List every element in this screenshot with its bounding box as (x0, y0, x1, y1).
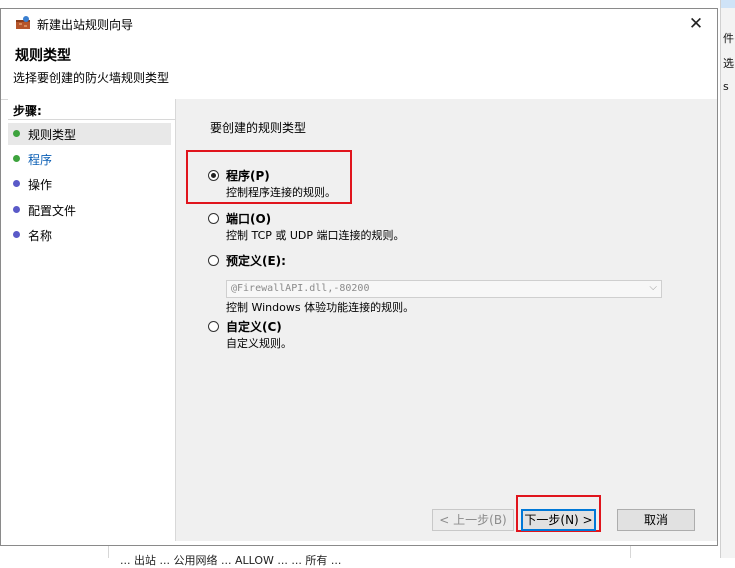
steps-panel: 步骤: 规则类型 程序 操作 配置文件 名称 (8, 99, 176, 541)
wizard-header: 规则类型 选择要创建的防火墙规则类型 (1, 39, 717, 100)
background-text: 选 (723, 57, 734, 70)
window-title: 新建出站规则向导 (37, 18, 134, 32)
predefined-select-value: @FirewallAPI.dll,-80200 (231, 283, 370, 294)
option-label: 程序(P) (226, 169, 270, 183)
option-description: 自定义规则。 (226, 337, 292, 350)
background-text: 件( (723, 32, 735, 45)
rule-type-content: 要创建的规则类型 程序(P) 控制程序连接的规则。 端口(O) 控制 TCP 或… (176, 99, 717, 541)
step-label: 规则类型 (28, 128, 77, 142)
step-program[interactable]: 程序 (8, 148, 171, 170)
background-row-text: ... 出站 ... 公用网络 ... ALLOW ... ... 所有 ... (120, 554, 342, 567)
option-label: 端口(O) (226, 212, 272, 226)
steps-divider (8, 119, 175, 120)
firewall-app-icon (16, 16, 30, 29)
step-rule-type[interactable]: 规则类型 (8, 123, 171, 145)
option-label: 预定义(E): (226, 254, 286, 268)
background-window-edge: 件( 选 s (720, 0, 735, 558)
close-icon[interactable]: ✕ (681, 11, 711, 37)
step-label: 配置文件 (28, 204, 77, 218)
step-status-dot-icon (13, 231, 20, 238)
step-label: 程序 (28, 153, 53, 167)
next-button[interactable]: 下一步(N) > (521, 509, 596, 531)
cancel-button[interactable]: 取消 (617, 509, 695, 531)
step-status-dot-icon (13, 206, 20, 213)
step-status-dot-icon (13, 130, 20, 137)
page-subtitle: 选择要创建的防火墙规则类型 (13, 71, 170, 85)
predefined-radio[interactable] (208, 255, 219, 266)
step-status-dot-icon (13, 155, 20, 162)
chevron-down-icon: ⌵ (649, 282, 657, 293)
step-profile[interactable]: 配置文件 (8, 199, 171, 221)
option-description: 控制程序连接的规则。 (226, 186, 336, 199)
step-action[interactable]: 操作 (8, 173, 171, 195)
step-status-dot-icon (13, 180, 20, 187)
new-outbound-rule-wizard-dialog: 新建出站规则向导 ✕ 规则类型 选择要创建的防火墙规则类型 步骤: 规则类型 程… (0, 8, 718, 546)
option-label: 自定义(C) (226, 320, 282, 334)
option-description: 控制 Windows 体验功能连接的规则。 (226, 301, 415, 314)
page-title: 规则类型 (15, 48, 71, 64)
program-radio[interactable] (208, 170, 219, 181)
steps-title: 步骤: (13, 104, 42, 118)
back-button[interactable]: < 上一步(B) (432, 509, 514, 531)
title-bar[interactable]: 新建出站规则向导 ✕ (1, 9, 717, 39)
step-label: 名称 (28, 229, 53, 243)
option-description: 控制 TCP 或 UDP 端口连接的规则。 (226, 229, 405, 242)
step-label: 操作 (28, 178, 53, 192)
custom-radio[interactable] (208, 321, 219, 332)
background-text: s (723, 80, 729, 93)
rule-type-prompt: 要创建的规则类型 (210, 121, 307, 135)
background-titlebar-strip (721, 0, 735, 8)
port-radio[interactable] (208, 213, 219, 224)
predefined-select[interactable]: @FirewallAPI.dll,-80200 ⌵ (226, 280, 662, 298)
step-name[interactable]: 名称 (8, 224, 171, 246)
